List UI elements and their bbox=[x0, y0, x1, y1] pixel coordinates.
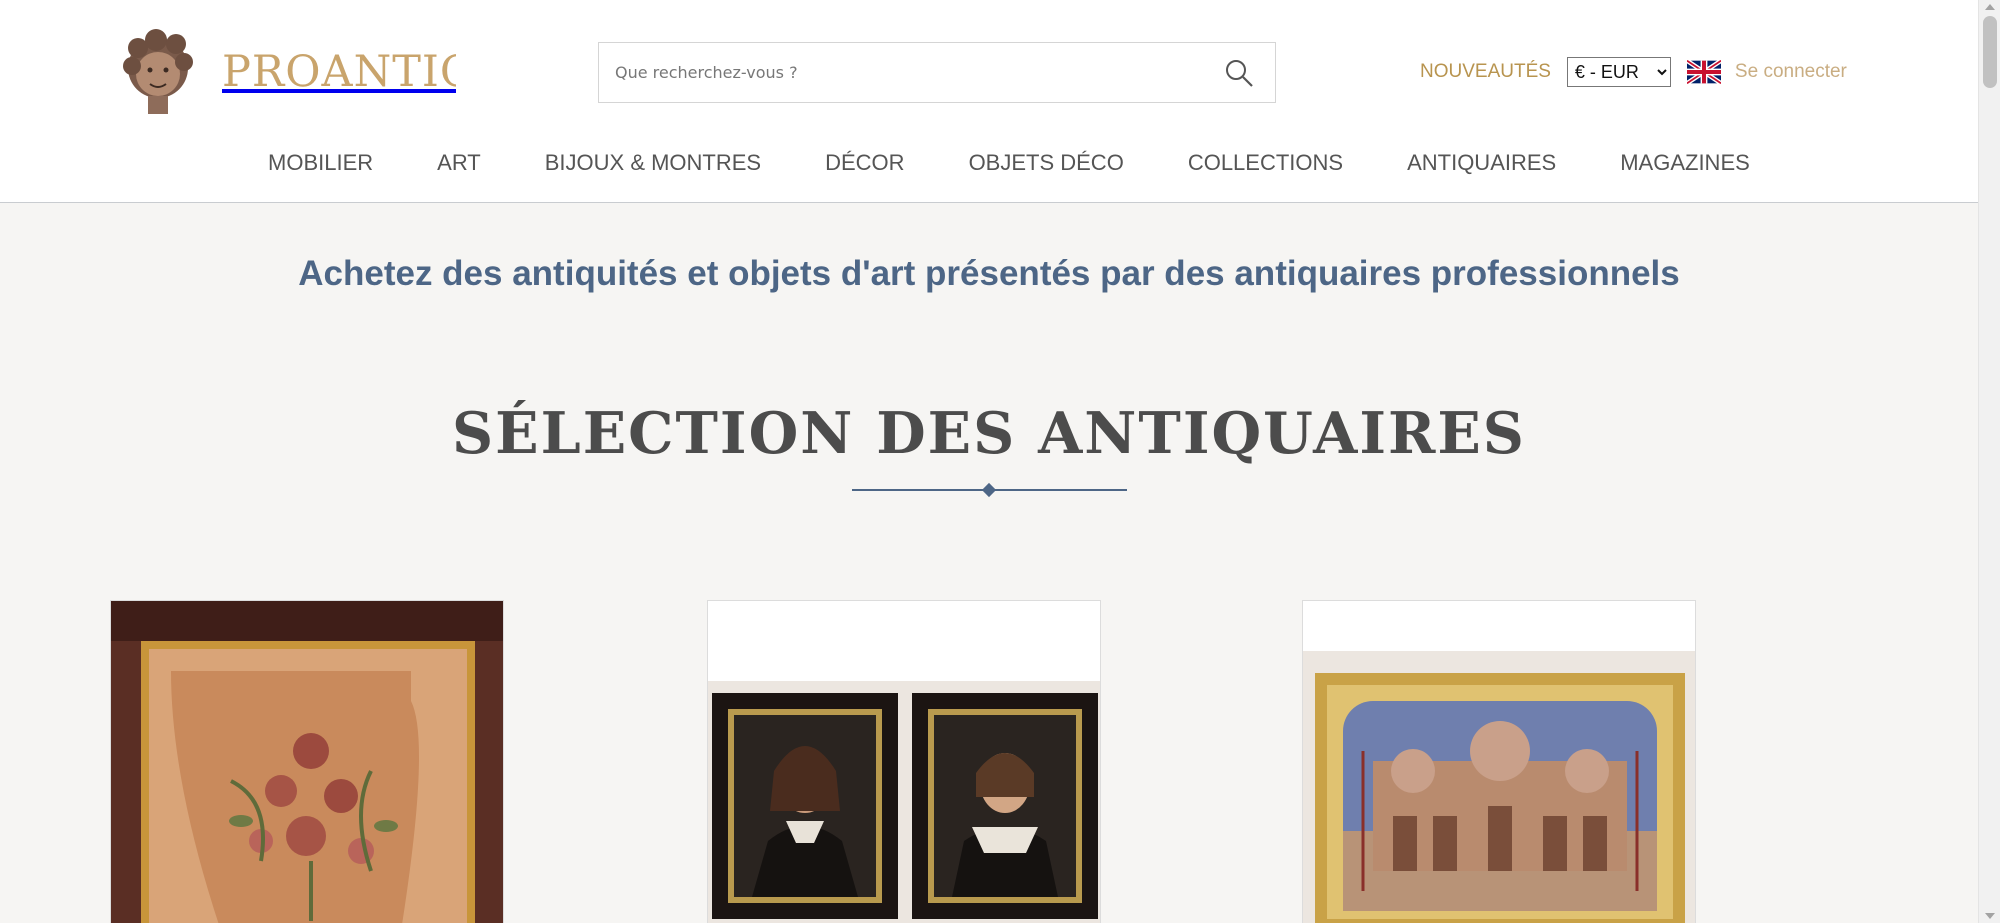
nav-item-decor[interactable]: DÉCOR bbox=[825, 150, 904, 176]
nav-item-objets-deco[interactable]: OBJETS DÉCO bbox=[969, 150, 1124, 176]
search-button[interactable] bbox=[1219, 53, 1259, 93]
brand-name: PROANTIC bbox=[222, 46, 456, 97]
search-input[interactable] bbox=[615, 63, 1219, 82]
dealer-selection-carousel bbox=[92, 553, 1862, 923]
page-tagline: Achetez des antiquités et objets d'art p… bbox=[298, 254, 1680, 293]
search-icon bbox=[1226, 59, 1253, 87]
product-card-2[interactable] bbox=[707, 600, 1101, 923]
nav-item-mobilier[interactable]: MOBILIER bbox=[268, 150, 373, 176]
venice-san-marco-painting-image bbox=[1303, 601, 1695, 923]
scroll-down-icon[interactable] bbox=[1985, 913, 1995, 919]
login-link[interactable]: Se connecter bbox=[1735, 61, 1847, 83]
nav-item-bijoux-montres[interactable]: BIJOUX & MONTRES bbox=[545, 150, 761, 176]
uk-flag-icon[interactable] bbox=[1686, 60, 1721, 84]
header-utilities: NOUVEAUTÉS € - EUR Se connecter bbox=[1420, 55, 1847, 89]
scroll-up-icon[interactable] bbox=[1985, 4, 1995, 10]
framed-floral-embroidery-image bbox=[111, 601, 503, 923]
nav-item-art[interactable]: ART bbox=[437, 150, 481, 176]
divider-diamond-icon bbox=[981, 482, 997, 498]
nav-item-magazines[interactable]: MAGAZINES bbox=[1620, 150, 1750, 176]
section-title: SÉLECTION DES ANTIQUAIRES bbox=[452, 400, 1526, 467]
search-form bbox=[598, 42, 1276, 103]
logo-link[interactable]: PROANTIC bbox=[108, 21, 456, 122]
scrollbar-thumb[interactable] bbox=[1983, 16, 1997, 88]
main-nav: MOBILIER ART BIJOUX & MONTRES DÉCOR OBJE… bbox=[108, 123, 1850, 202]
product-card-3[interactable] bbox=[1302, 600, 1696, 923]
nav-item-antiquaires[interactable]: ANTIQUAIRES bbox=[1407, 150, 1556, 176]
cherub-head-icon bbox=[123, 28, 193, 114]
site-header: PROANTIC NOUVEAUTÉS € - EUR Se connecter… bbox=[0, 0, 1978, 203]
nav-item-collections[interactable]: COLLECTIONS bbox=[1188, 150, 1343, 176]
product-card-1[interactable] bbox=[110, 600, 504, 923]
pair-of-dutch-portraits-image bbox=[708, 601, 1100, 923]
currency-select[interactable]: € - EUR bbox=[1566, 57, 1671, 87]
page-scrollbar[interactable] bbox=[1978, 0, 2000, 923]
new-arrivals-link[interactable]: NOUVEAUTÉS bbox=[1420, 61, 1551, 83]
